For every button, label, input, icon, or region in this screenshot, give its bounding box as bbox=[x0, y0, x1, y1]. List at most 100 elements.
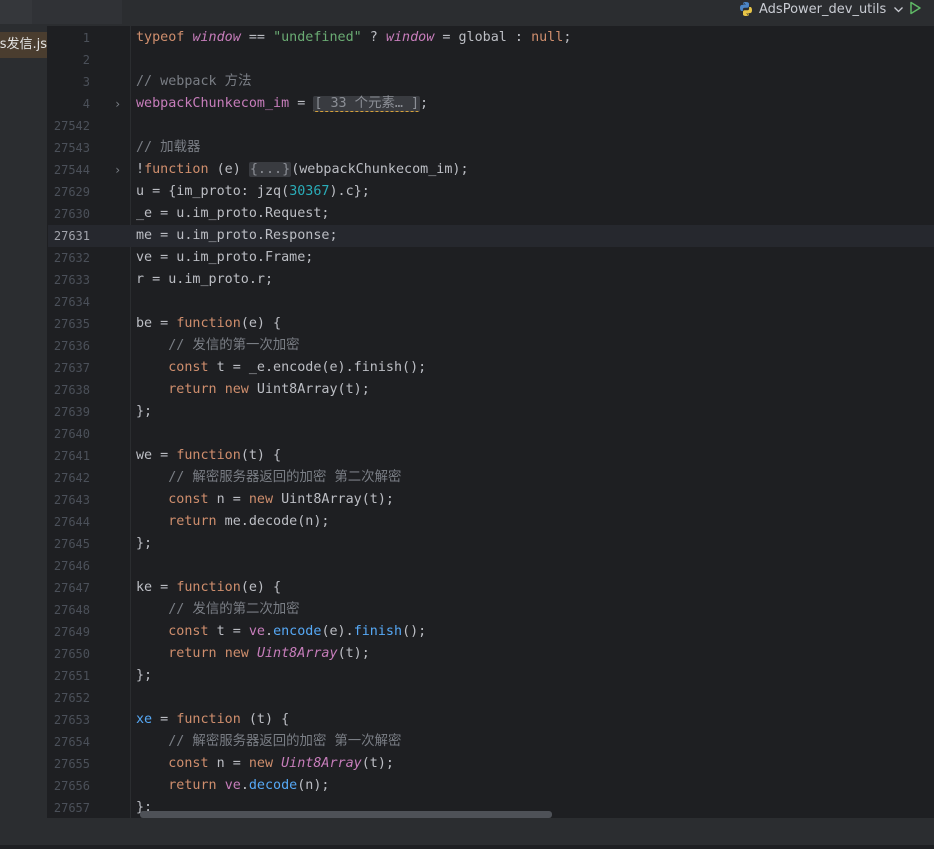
code-text: const n = new Uint8Array(t); bbox=[168, 492, 394, 507]
code-line: 27650 return new Uint8Array(t); bbox=[48, 643, 934, 665]
code-text: ve = u.im_proto.Frame; bbox=[136, 250, 314, 265]
code-text: !function (e) {...}(webpackChunkecom_im)… bbox=[136, 162, 469, 177]
line-number: 27645 bbox=[53, 537, 90, 551]
file-tab-label: ss发信.js bbox=[0, 37, 47, 52]
line-number: 27657 bbox=[53, 801, 90, 815]
line-number: 27654 bbox=[53, 735, 90, 749]
code-line: 27643 const n = new Uint8Array(t); bbox=[48, 489, 934, 511]
code-line: 27644 return me.decode(n); bbox=[48, 511, 934, 533]
current-code-line: 27631 me = u.im_proto.Response; bbox=[48, 225, 934, 247]
line-number: 27656 bbox=[53, 779, 90, 793]
previous-tab-ghost-inner bbox=[0, 0, 32, 24]
python-icon bbox=[740, 2, 752, 16]
line-number: 27633 bbox=[53, 273, 90, 287]
run-configuration-selector[interactable]: AdsPower_dev_utils bbox=[738, 0, 904, 18]
code-line: 27544 › !function (e) {...}(webpackChunk… bbox=[48, 159, 934, 181]
code-line: 27636 // 发信的第一次加密 bbox=[48, 335, 934, 357]
line-number: 27544 bbox=[53, 163, 90, 177]
code-text: u = {im_proto: jzq(30367).c}; bbox=[136, 184, 370, 199]
line-number: 3 bbox=[82, 75, 90, 89]
code-text: }; bbox=[136, 536, 153, 551]
code-line: 27646 bbox=[48, 555, 934, 577]
code-text: return me.decode(n); bbox=[168, 514, 330, 529]
line-number: 27652 bbox=[53, 691, 90, 705]
line-number: 1 bbox=[82, 31, 90, 45]
code-line: 27652 bbox=[48, 687, 934, 709]
code-text: }; bbox=[136, 668, 153, 683]
code-line: 27655 const n = new Uint8Array(t); bbox=[48, 753, 934, 775]
run-button[interactable] bbox=[906, 0, 924, 17]
code-line: 27635 be = function(e) { bbox=[48, 313, 934, 335]
code-text: we = function(t) { bbox=[136, 448, 282, 463]
code-line: 27542 bbox=[48, 115, 934, 137]
code-line: 27645 }; bbox=[48, 533, 934, 555]
code-line: 27649 const t = ve.encode(e).finish(); bbox=[48, 621, 934, 643]
code-text: const n = new Uint8Array(t); bbox=[168, 756, 394, 771]
code-text: }; bbox=[136, 404, 153, 419]
line-number: 4 bbox=[82, 97, 90, 111]
line-number: 27647 bbox=[53, 581, 90, 595]
line-number: 27648 bbox=[53, 603, 90, 617]
line-number: 27630 bbox=[53, 207, 90, 221]
folded-block-placeholder[interactable]: {...} bbox=[248, 162, 292, 177]
line-number: 27651 bbox=[53, 669, 90, 683]
code-line: 27630 _e = u.im_proto.Request; bbox=[48, 203, 934, 225]
code-line: 27647 ke = function(e) { bbox=[48, 577, 934, 599]
code-line: 2 bbox=[48, 49, 934, 71]
code-line: 27629 u = {im_proto: jzq(30367).c}; bbox=[48, 181, 934, 203]
code-line: 27639 }; bbox=[48, 401, 934, 423]
code-editor[interactable]: 1 typeof window == "undefined" ? window … bbox=[48, 26, 934, 818]
code-line: 27641 we = function(t) { bbox=[48, 445, 934, 467]
code-text: webpackChunkecom_im = [ 33 个元素… ]; bbox=[136, 96, 429, 112]
play-icon bbox=[910, 1, 921, 15]
code-line: 4 › webpackChunkecom_im = [ 33 个元素… ]; bbox=[48, 93, 934, 115]
line-number: 27543 bbox=[53, 141, 90, 155]
horizontal-scrollbar-thumb[interactable] bbox=[140, 811, 552, 818]
line-number: 27644 bbox=[53, 515, 90, 529]
fold-expand-icon[interactable]: › bbox=[114, 159, 124, 181]
code-line: 27651 }; bbox=[48, 665, 934, 687]
line-number: 27650 bbox=[53, 647, 90, 661]
line-number: 27631 bbox=[53, 229, 90, 243]
code-line: 27632 ve = u.im_proto.Frame; bbox=[48, 247, 934, 269]
code-line: 27543 // 加载器 bbox=[48, 137, 934, 159]
line-number: 27643 bbox=[53, 493, 90, 507]
code-text: return new Uint8Array(t); bbox=[168, 382, 370, 397]
line-number: 27637 bbox=[53, 361, 90, 375]
code-text: r = u.im_proto.r; bbox=[136, 272, 274, 287]
file-tab[interactable]: ss发信.js bbox=[0, 32, 47, 58]
line-number: 27636 bbox=[53, 339, 90, 353]
code-text: be = function(e) { bbox=[136, 316, 282, 331]
code-comment: // webpack 方法 bbox=[136, 74, 252, 89]
run-config-label: AdsPower_dev_utils bbox=[759, 1, 887, 17]
line-number: 27642 bbox=[53, 471, 90, 485]
code-comment: // 解密服务器返回的加密 第二次解密 bbox=[136, 470, 402, 485]
line-number: 27639 bbox=[53, 405, 90, 419]
line-number: 27635 bbox=[53, 317, 90, 331]
code-comment: // 发信的第二次加密 bbox=[136, 602, 300, 617]
code-text: _e = u.im_proto.Request; bbox=[136, 206, 330, 221]
code-line: 27638 return new Uint8Array(t); bbox=[48, 379, 934, 401]
status-bar bbox=[0, 818, 934, 849]
code-text: ke = function(e) { bbox=[136, 580, 282, 595]
folded-array-placeholder[interactable]: [ 33 个元素… ] bbox=[313, 96, 421, 112]
window-bottom-edge bbox=[0, 845, 934, 849]
line-number: 27655 bbox=[53, 757, 90, 771]
code-line: 1 typeof window == "undefined" ? window … bbox=[48, 27, 934, 49]
tool-window-strip bbox=[0, 26, 48, 846]
line-number: 27638 bbox=[53, 383, 90, 397]
code-text: const t = _e.encode(e).finish(); bbox=[168, 360, 427, 375]
code-line: 27637 const t = _e.encode(e).finish(); bbox=[48, 357, 934, 379]
line-number: 27640 bbox=[53, 427, 90, 441]
code-text: return new Uint8Array(t); bbox=[168, 646, 370, 661]
chevron-down-icon bbox=[894, 6, 904, 12]
line-number: 27629 bbox=[53, 185, 90, 199]
code-line: 27633 r = u.im_proto.r; bbox=[48, 269, 934, 291]
line-number: 2 bbox=[82, 53, 90, 67]
fold-expand-icon[interactable]: › bbox=[114, 93, 124, 115]
line-number: 27646 bbox=[53, 559, 90, 573]
code-line: 27653 xe = function (t) { bbox=[48, 709, 934, 731]
line-number: 27653 bbox=[53, 713, 90, 727]
line-number: 27542 bbox=[53, 119, 90, 133]
code-text: const t = ve.encode(e).finish(); bbox=[168, 624, 427, 639]
